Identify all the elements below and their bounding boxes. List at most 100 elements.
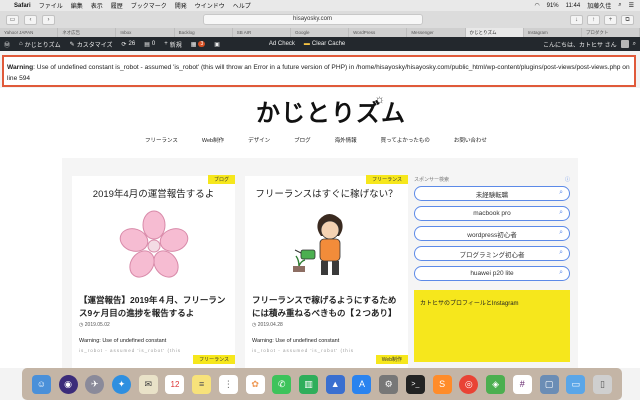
- menu-view[interactable]: 表示: [91, 1, 103, 10]
- wp-logo-icon[interactable]: Ⓦ: [4, 40, 10, 49]
- siri-icon[interactable]: ◉: [58, 374, 78, 394]
- category-badge[interactable]: フリーランス: [366, 175, 408, 184]
- messages-icon[interactable]: ✆: [272, 374, 292, 394]
- wifi-icon[interactable]: ◠: [534, 2, 539, 9]
- menu-develop[interactable]: 開発: [175, 1, 187, 10]
- admin-notifications[interactable]: ▦ 3: [191, 41, 206, 48]
- sponsor-search-link[interactable]: wordpress初心者 ⌕: [414, 226, 570, 241]
- app-store-icon[interactable]: A: [352, 374, 372, 394]
- site-page: かじとりズム ☼ フリーランス Web制作 デザイン ブログ 海外情報 買ってよ…: [0, 88, 640, 368]
- category-badge[interactable]: フリーランス: [193, 355, 235, 364]
- category-badge[interactable]: ブログ: [207, 175, 235, 184]
- menu-history[interactable]: 履歴: [111, 1, 123, 10]
- tab-item[interactable]: Google: [291, 28, 350, 37]
- admin-seo-icon[interactable]: ▣: [214, 41, 220, 48]
- info-icon[interactable]: ⓘ: [565, 176, 570, 183]
- nav-recommend[interactable]: 買ってよかったもの: [381, 136, 430, 144]
- admin-customize[interactable]: ✎ カスタマイズ: [70, 40, 113, 49]
- menu-app-name[interactable]: Safari: [14, 3, 31, 9]
- tab-item[interactable]: WordPress: [349, 28, 408, 37]
- nav-contact[interactable]: お問い合わせ: [454, 136, 487, 144]
- trash-icon[interactable]: ▯: [592, 374, 612, 394]
- menu-help[interactable]: ヘルプ: [233, 1, 251, 10]
- admin-site-name[interactable]: ⌂ かじとりズム: [19, 40, 61, 49]
- launchpad-icon[interactable]: ✈: [85, 374, 105, 394]
- refresh-icon: ⟳: [121, 41, 127, 48]
- tab-item[interactable]: Inbox: [116, 28, 175, 37]
- admin-ad-check[interactable]: Ad Check: [269, 41, 295, 47]
- keynote-icon[interactable]: ▲: [325, 374, 345, 394]
- article-title[interactable]: フリーランスで稼げるようにするためには積み重ねるべきもの【２つあり】: [252, 294, 404, 320]
- system-preferences-icon[interactable]: ⚙: [379, 374, 399, 394]
- sponsor-search-link[interactable]: 未経験転職 ⌕: [414, 186, 570, 201]
- menu-window[interactable]: ウインドウ: [195, 1, 225, 10]
- search-icon[interactable]: ⌕: [633, 41, 636, 48]
- share-icon[interactable]: ↑: [587, 14, 600, 25]
- photos-icon[interactable]: ✿: [245, 374, 265, 394]
- article-card[interactable]: ブログ 2019年4月の運営報告するよ 【運営報告】2019年４月、フリーランス…: [72, 175, 235, 366]
- vpn-icon[interactable]: ◈: [486, 374, 506, 394]
- mail-icon[interactable]: ✉: [138, 374, 158, 394]
- card-warning: Warning: Use of undefined constant: [252, 338, 340, 344]
- tab-item[interactable]: Instagram: [524, 28, 582, 37]
- forward-icon[interactable]: ›: [42, 14, 55, 25]
- sponsor-search-link[interactable]: huawei p20 lite ⌕: [414, 266, 570, 281]
- tab-item[interactable]: Backlog: [175, 28, 233, 37]
- sidebar: スポンサー検索 ⓘ 未経験転職 ⌕ macbook pro ⌕ wordpress初…: [414, 176, 570, 362]
- menubar-user[interactable]: 加藤久佳: [587, 1, 611, 10]
- folder-icon[interactable]: ▭: [566, 374, 586, 394]
- tab-overview-icon[interactable]: ⧉: [621, 14, 634, 25]
- tab-bar: Yahoo! JAPAN ネオ広告 Inbox Backlog SB AIR G…: [0, 28, 640, 37]
- reminders-icon[interactable]: ⋮: [218, 374, 238, 394]
- search-icon: ⌕: [559, 269, 563, 276]
- address-bar[interactable]: hisayosky.com: [202, 14, 423, 25]
- finder-icon[interactable]: ☺: [31, 374, 51, 394]
- tab-item[interactable]: SB AIR: [233, 28, 291, 37]
- nav-overseas[interactable]: 海外情報: [335, 136, 357, 144]
- admin-new[interactable]: + 新規: [164, 40, 182, 49]
- tab-item[interactable]: ネオ広告: [58, 28, 117, 37]
- menu-bookmarks[interactable]: ブックマーク: [131, 1, 167, 10]
- sponsor-search-link[interactable]: プログラミング初心者 ⌕: [414, 246, 570, 261]
- sponsor-search-link[interactable]: macbook pro ⌕: [414, 206, 570, 221]
- slack-icon[interactable]: #: [512, 374, 532, 394]
- sublime-icon[interactable]: S: [432, 374, 452, 394]
- sun-icon: ☼: [374, 92, 385, 106]
- admin-clear-cache[interactable]: ▬ Clear Cache: [304, 41, 345, 47]
- nav-freelance[interactable]: フリーランス: [145, 136, 178, 144]
- download-icon[interactable]: ↓: [570, 14, 583, 25]
- calendar-icon[interactable]: 12: [165, 374, 185, 394]
- tab-item[interactable]: Messenger: [407, 28, 466, 37]
- menu-file[interactable]: ファイル: [39, 1, 63, 10]
- menubar-clock[interactable]: 11:44: [566, 3, 581, 9]
- safari-icon[interactable]: ✦: [112, 374, 132, 394]
- back-icon[interactable]: ‹: [24, 14, 37, 25]
- tab-item[interactable]: Yahoo! JAPAN: [0, 28, 59, 37]
- search-icon[interactable]: ⌕: [618, 2, 621, 9]
- terminal-icon[interactable]: >_: [405, 374, 425, 394]
- new-tab-icon[interactable]: +: [604, 14, 617, 25]
- numbers-icon[interactable]: ▥: [299, 374, 319, 394]
- menu-edit[interactable]: 編集: [71, 1, 83, 10]
- admin-comments[interactable]: ▤ 0: [144, 41, 155, 48]
- next-article-card[interactable]: Web制作: [245, 355, 408, 368]
- preview-icon[interactable]: ▢: [539, 374, 559, 394]
- chrome-icon[interactable]: ◎: [459, 374, 479, 394]
- battery-status[interactable]: 91%: [547, 3, 559, 9]
- nav-web[interactable]: Web制作: [202, 136, 224, 144]
- category-badge[interactable]: Web制作: [375, 355, 408, 364]
- article-card[interactable]: フリーランス フリーランスはすぐに稼げない？ フリーランスで稼げるようにするため…: [245, 175, 408, 366]
- admin-greeting[interactable]: こんにちは、カトヒサ さん: [543, 40, 617, 49]
- tab-item-active[interactable]: かじとりズム: [465, 28, 524, 37]
- sidebar-icon[interactable]: ▭: [6, 14, 19, 25]
- warning-text: : Use of undefined constant is_robot - a…: [7, 64, 630, 82]
- article-title[interactable]: 【運営報告】2019年４月、フリーランス9ヶ月目の進捗を報告するよ: [79, 294, 231, 320]
- notification-center-icon[interactable]: ☰: [629, 2, 634, 9]
- avatar[interactable]: [620, 40, 629, 48]
- next-article-card[interactable]: フリーランス: [72, 355, 235, 368]
- nav-blog[interactable]: ブログ: [294, 136, 311, 144]
- nav-design[interactable]: デザイン: [248, 136, 270, 144]
- notes-icon[interactable]: ≡: [192, 374, 212, 394]
- admin-updates[interactable]: ⟳ 26: [122, 41, 136, 48]
- tab-item[interactable]: プロダクト: [582, 28, 640, 37]
